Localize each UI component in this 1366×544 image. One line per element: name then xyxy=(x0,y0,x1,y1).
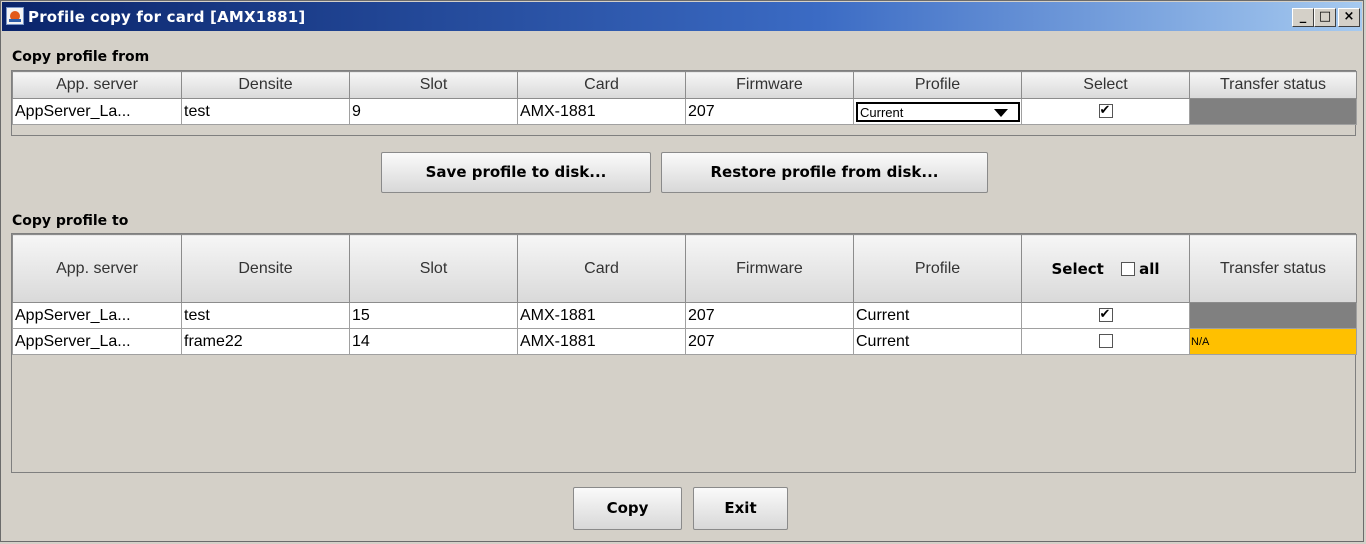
column-header-card[interactable]: Card xyxy=(517,71,686,99)
profile-dropdown[interactable]: Current xyxy=(856,101,1020,122)
table-row[interactable]: AppServer_La... frame22 14 AMX-1881 207 Curre… xyxy=(12,328,1357,355)
cell-slot: 15 xyxy=(349,302,518,329)
cell-firmware: 207 xyxy=(685,98,854,125)
copy-to-label: Copy profile to xyxy=(12,213,129,229)
cell-transfer-status xyxy=(1189,98,1357,125)
cell-card: AMX-1881 xyxy=(517,302,686,329)
cell-slot: 9 xyxy=(349,98,518,125)
column-header-app-server[interactable]: App. server xyxy=(12,234,182,303)
copy-from-table: App. server Densite Slot Card Firmware P… xyxy=(12,71,1357,125)
cell-densite: test xyxy=(181,302,350,329)
column-header-firmware[interactable]: Firmware xyxy=(685,71,854,99)
save-profile-button[interactable]: Save profile to disk... xyxy=(381,152,651,193)
exit-button[interactable]: Exit xyxy=(693,487,788,530)
profile-dropdown-value: Current xyxy=(860,104,904,120)
dropdown-arrow-icon xyxy=(994,108,1008,117)
table-row[interactable]: AppServer_La... test 15 AMX-1881 207 Current xyxy=(12,302,1357,329)
cell-profile: Current xyxy=(853,98,1022,125)
column-header-profile[interactable]: Profile xyxy=(853,234,1022,303)
cell-select xyxy=(1021,328,1190,355)
cell-app-server: AppServer_La... xyxy=(12,98,182,125)
cell-profile: Current xyxy=(853,302,1022,329)
cell-app-server: AppServer_La... xyxy=(12,302,182,329)
column-header-firmware[interactable]: Firmware xyxy=(685,234,854,303)
profile-copy-window: Profile copy for card [AMX1881] _ □ × Co… xyxy=(0,0,1364,542)
select-all-label[interactable]: all xyxy=(1139,260,1159,278)
cell-card: AMX-1881 xyxy=(517,328,686,355)
select-checkbox[interactable] xyxy=(1098,102,1113,119)
cell-slot: 14 xyxy=(349,328,518,355)
cell-firmware: 207 xyxy=(685,302,854,329)
table-row[interactable]: AppServer_La... test 9 AMX-1881 207 Curr… xyxy=(12,98,1357,125)
column-header-select[interactable]: Select xyxy=(1021,71,1190,99)
cell-profile: Current xyxy=(853,328,1022,355)
column-header-slot[interactable]: Slot xyxy=(349,234,518,303)
cell-select xyxy=(1021,98,1190,125)
cell-select xyxy=(1021,302,1190,329)
column-header-app-server[interactable]: App. server xyxy=(12,71,182,99)
maximize-button[interactable]: □ xyxy=(1314,8,1336,27)
copy-to-header-row: App. server Densite Slot Card Firmware P… xyxy=(12,234,1357,303)
copy-button[interactable]: Copy xyxy=(573,487,682,530)
copy-from-header-row: App. server Densite Slot Card Firmware P… xyxy=(12,71,1357,99)
minimize-button[interactable]: _ xyxy=(1292,8,1314,27)
column-header-transfer-status[interactable]: Transfer status xyxy=(1189,71,1357,99)
cell-densite: frame22 xyxy=(181,328,350,355)
column-header-slot[interactable]: Slot xyxy=(349,71,518,99)
select-all-checkbox[interactable] xyxy=(1121,262,1136,276)
copy-to-table: App. server Densite Slot Card Firmware P… xyxy=(12,234,1357,355)
cell-transfer-status xyxy=(1189,302,1357,329)
cell-card: AMX-1881 xyxy=(517,98,686,125)
column-header-densite[interactable]: Densite xyxy=(181,71,350,99)
select-checkbox[interactable] xyxy=(1098,306,1113,323)
column-header-card[interactable]: Card xyxy=(517,234,686,303)
title-bar[interactable]: Profile copy for card [AMX1881] _ □ × xyxy=(2,2,1362,31)
select-checkbox[interactable] xyxy=(1098,334,1113,349)
column-header-profile[interactable]: Profile xyxy=(853,71,1022,99)
cell-transfer-status: N/A xyxy=(1189,328,1357,355)
cell-app-server: AppServer_La... xyxy=(12,328,182,355)
column-header-transfer-status[interactable]: Transfer status xyxy=(1189,234,1357,303)
restore-profile-button[interactable]: Restore profile from disk... xyxy=(661,152,988,193)
column-header-select-all: Select all xyxy=(1021,234,1190,303)
copy-from-label: Copy profile from xyxy=(12,49,150,65)
close-button[interactable]: × xyxy=(1338,8,1360,27)
window-title: Profile copy for card [AMX1881] xyxy=(28,8,306,26)
column-header-densite[interactable]: Densite xyxy=(181,234,350,303)
cell-densite: test xyxy=(181,98,350,125)
select-header-label: Select xyxy=(1051,259,1104,278)
cell-firmware: 207 xyxy=(685,328,854,355)
java-app-icon xyxy=(6,7,24,25)
